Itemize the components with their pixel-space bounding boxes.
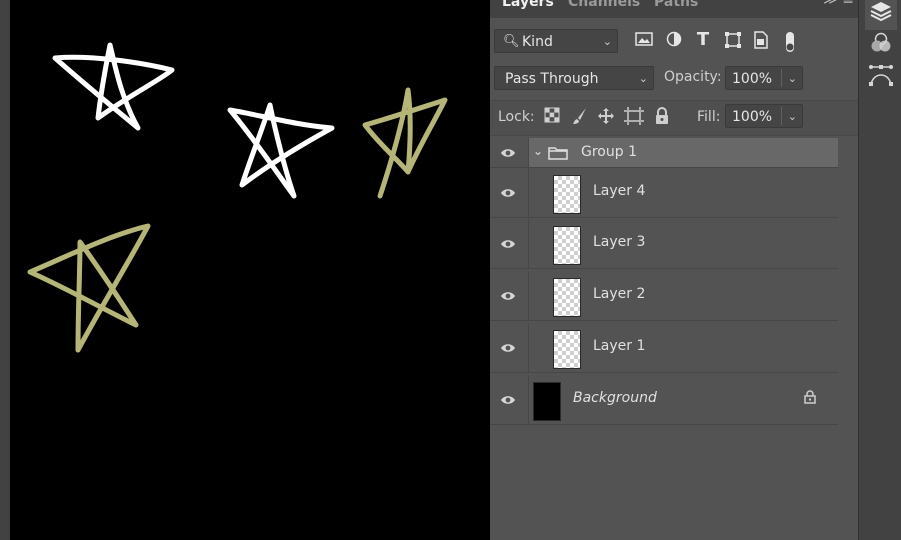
visibility-toggle[interactable] bbox=[490, 271, 529, 320]
layer-row-background[interactable]: Background bbox=[490, 375, 838, 425]
search-icon: 🔍︎ bbox=[503, 34, 520, 49]
image-filter-icon[interactable] bbox=[634, 31, 654, 51]
lock-all-icon[interactable] bbox=[652, 107, 672, 127]
lock-artboard-icon[interactable] bbox=[624, 107, 644, 127]
white-star-1 bbox=[52, 42, 175, 131]
channels-panel-button[interactable] bbox=[865, 32, 897, 62]
opacity-input[interactable]: 100% ⌄ bbox=[725, 66, 803, 90]
fill-value: 100% bbox=[732, 109, 773, 125]
olive-star-2 bbox=[27, 223, 151, 353]
eye-icon bbox=[501, 343, 515, 352]
tab-channels[interactable]: Channels bbox=[568, 0, 640, 10]
visibility-toggle[interactable] bbox=[490, 219, 529, 268]
layer-row-group-1[interactable]: ⌄ Group 1 bbox=[490, 138, 838, 168]
chevron-down-icon[interactable]: ⌄ bbox=[788, 105, 797, 129]
eye-icon bbox=[501, 148, 515, 157]
chevron-down-icon[interactable]: ⌄ bbox=[533, 144, 543, 158]
lock-label: Lock: bbox=[498, 109, 535, 125]
white-star-2 bbox=[227, 102, 335, 199]
opacity-label: Opacity: bbox=[664, 69, 722, 85]
right-panel-dock bbox=[858, 0, 901, 540]
chevron-down-icon[interactable]: ⌄ bbox=[788, 67, 797, 91]
lock-transparent-pixels-icon[interactable] bbox=[542, 107, 562, 127]
visibility-toggle[interactable] bbox=[490, 375, 529, 424]
filter-kind-label: Kind bbox=[522, 34, 553, 50]
document-canvas[interactable] bbox=[10, 0, 490, 540]
blend-mode-label: Pass Through bbox=[505, 71, 599, 87]
tab-paths[interactable]: Paths bbox=[654, 0, 698, 10]
eye-icon bbox=[501, 291, 515, 300]
folder-icon bbox=[548, 147, 568, 160]
layer-thumbnail bbox=[553, 175, 581, 214]
visibility-toggle[interactable] bbox=[490, 323, 529, 372]
layers-panel-button[interactable] bbox=[865, 0, 897, 30]
layer-thumbnail bbox=[553, 330, 581, 369]
layer-name: Layer 1 bbox=[593, 338, 646, 354]
opacity-divider bbox=[781, 69, 782, 87]
type-filter-icon[interactable]: T bbox=[693, 31, 713, 51]
adjustment-filter-icon[interactable] bbox=[664, 31, 684, 51]
layer-row-layer-1[interactable]: Layer 1 bbox=[490, 323, 838, 373]
layer-row-layer-2[interactable]: Layer 2 bbox=[490, 271, 838, 321]
olive-star-1 bbox=[362, 87, 448, 199]
layer-name: Group 1 bbox=[581, 144, 637, 160]
panel-tabbar: Layers Channels Paths ≫ ≡ bbox=[490, 0, 858, 18]
layers-panel-icon bbox=[870, 2, 892, 22]
tab-layers[interactable]: Layers bbox=[502, 0, 554, 10]
layer-name: Layer 2 bbox=[593, 286, 646, 302]
chevron-down-icon: ⌄ bbox=[602, 35, 612, 48]
channels-panel-icon bbox=[871, 32, 891, 52]
eye-icon bbox=[501, 239, 515, 248]
layer-name: Layer 4 bbox=[593, 183, 646, 199]
lock-image-pixels-icon[interactable] bbox=[570, 107, 590, 127]
fill-label: Fill: bbox=[697, 109, 721, 125]
shape-filter-icon[interactable] bbox=[723, 31, 743, 51]
layer-row-layer-4[interactable]: Layer 4 bbox=[490, 168, 838, 218]
paths-panel-button[interactable] bbox=[865, 64, 897, 94]
lock-position-icon[interactable] bbox=[596, 107, 616, 127]
paths-panel-icon bbox=[869, 65, 893, 86]
canvas-artwork bbox=[27, 42, 448, 353]
opacity-value: 100% bbox=[732, 71, 773, 87]
fill-input[interactable]: 100% ⌄ bbox=[725, 104, 803, 128]
layer-name: Layer 3 bbox=[593, 234, 646, 250]
eye-icon bbox=[501, 395, 515, 404]
chevron-down-icon: ⌄ bbox=[638, 72, 648, 85]
layer-thumbnail bbox=[553, 226, 581, 265]
layers-panel: Layers Channels Paths ≫ ≡ 🔍︎ Kind ⌄ T Pa… bbox=[490, 0, 858, 540]
lock-icon[interactable] bbox=[804, 390, 816, 404]
panel-menu-icon[interactable]: ≫ ≡ bbox=[823, 0, 854, 8]
layer-name: Background bbox=[573, 390, 657, 406]
layer-thumbnail bbox=[533, 382, 561, 421]
smart-object-filter-icon[interactable] bbox=[751, 31, 771, 51]
layer-thumbnail bbox=[553, 278, 581, 317]
filter-kind-select[interactable]: 🔍︎ Kind ⌄ bbox=[494, 29, 618, 53]
fill-divider bbox=[781, 107, 782, 125]
eye-icon bbox=[501, 188, 515, 197]
layer-row-layer-3[interactable]: Layer 3 bbox=[490, 219, 838, 269]
visibility-toggle[interactable] bbox=[490, 168, 529, 217]
filter-toggle-icon[interactable] bbox=[780, 31, 800, 52]
blend-mode-select[interactable]: Pass Through ⌄ bbox=[494, 66, 654, 90]
left-toolbar-edge bbox=[0, 0, 10, 540]
visibility-toggle[interactable] bbox=[490, 138, 529, 167]
